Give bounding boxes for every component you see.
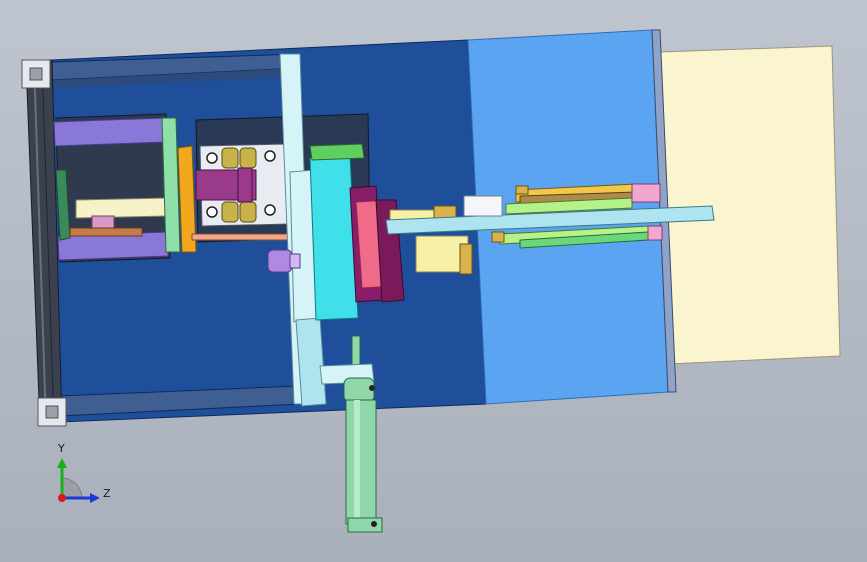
pink-bushing <box>91 215 115 229</box>
axis-label-z: Z <box>103 487 111 500</box>
cream-slide-bar <box>75 197 169 219</box>
upper-pink-tabs <box>631 183 661 203</box>
axis-triad-icon <box>57 458 100 503</box>
white-block <box>463 195 503 217</box>
cream-side-panel <box>659 45 841 365</box>
cad-viewport[interactable] <box>0 0 867 562</box>
lilac-knob <box>267 249 293 273</box>
green-cap <box>309 143 365 161</box>
connecting-rod <box>191 233 293 241</box>
axis-label-y: Y <box>58 442 65 455</box>
purple-bar-top <box>53 117 166 147</box>
cyan-slider-block <box>309 155 359 321</box>
